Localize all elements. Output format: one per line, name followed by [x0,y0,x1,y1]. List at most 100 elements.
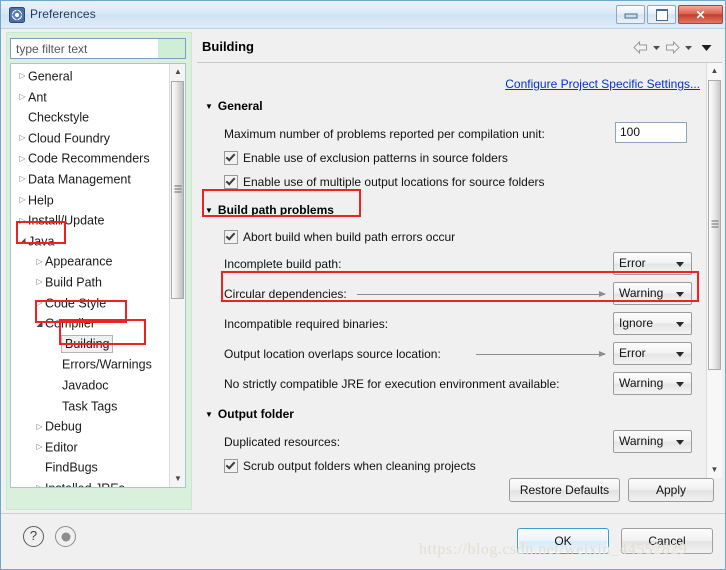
checkbox-abort-build[interactable] [224,230,238,244]
twisty-collapsed-icon[interactable]: ▷ [34,293,45,314]
combo-incomplete-build-path[interactable]: Error [613,252,692,275]
tree-item-install-update[interactable]: ▷ Install/Update [11,210,171,231]
back-arrow-icon[interactable] [633,40,648,55]
combo-value-duplicated-resources: Warning [619,434,664,448]
scroll-grip-icon [711,220,718,230]
tree-item-findbugs[interactable]: FindBugs [11,457,171,478]
tree-item-javadoc[interactable]: Javadoc [11,375,171,396]
close-button[interactable]: ✕ [678,5,723,24]
section-header-general[interactable]: ▼ General [205,99,263,113]
tree-item-checkstyle[interactable]: Checkstyle [11,107,171,128]
tree-item-help[interactable]: ▷ Help [11,190,171,211]
help-icon[interactable]: ? [23,526,44,547]
minimize-icon [624,13,637,19]
tree-scroll-down-icon[interactable]: ▼ [170,471,185,487]
view-menu-chevron-down-icon[interactable] [700,42,713,53]
checkbox-scrub-output-folders[interactable] [224,459,238,473]
apply-button[interactable]: Apply [628,478,714,502]
twisty-collapsed-icon[interactable]: ▷ [17,128,28,149]
combo-value-incompatible-required-binaries: Ignore [619,316,654,330]
twisty-collapsed-icon[interactable]: ▷ [34,417,45,438]
twisty-collapsed-icon[interactable]: ▷ [34,478,45,487]
tree-item-general[interactable]: ▷ General [11,66,171,87]
page-title: Building [202,39,254,54]
row-label-output-location-overlaps: Output location overlaps source location… [224,347,441,361]
tree-vertical-scrollbar[interactable]: ▲ ▼ [169,64,185,487]
tree-item-data-management[interactable]: ▷ Data Management [11,169,171,190]
twisty-collapsed-icon[interactable]: ▷ [17,169,28,190]
close-icon: ✕ [695,7,706,22]
tree-item-cloud-foundry[interactable]: ▷ Cloud Foundry [11,128,171,149]
twisty-expanded-icon[interactable]: ◢ [34,314,45,335]
forward-history-chevron-down-icon[interactable] [683,42,694,53]
tree-item-building[interactable]: Building [11,334,171,355]
tree-scroll-thumb[interactable] [171,81,184,299]
forward-arrow-icon[interactable] [665,40,680,55]
tree-item-task-tags[interactable]: Task Tags [11,396,171,417]
twisty-collapsed-icon[interactable]: ▷ [17,87,28,108]
tree-item-compiler[interactable]: ◢ Compiler [11,313,171,334]
checkbox-exclusion-patterns[interactable] [224,151,238,165]
tree-item-debug[interactable]: ▷ Debug [11,416,171,437]
tree-item-label: Javadoc [62,378,109,393]
section-header-build-path-problems[interactable]: ▼ Build path problems [205,203,334,217]
combo-value-output-location-overlaps: Error [619,346,646,360]
minimize-button[interactable] [616,5,645,24]
tree-item-errors-warnings[interactable]: Errors/Warnings [11,354,171,375]
tree-item-code-recommenders[interactable]: ▷ Code Recommenders [11,148,171,169]
checkbox-row-exclusion-patterns[interactable]: Enable use of exclusion patterns in sour… [224,151,508,165]
restore-defaults-button[interactable]: Restore Defaults [509,478,620,502]
chevron-down-icon [676,322,684,327]
twisty-collapsed-icon[interactable]: ▷ [17,211,28,232]
configure-project-specific-settings-link[interactable]: Configure Project Specific Settings... [505,77,700,91]
tree-item-installed-jres[interactable]: ▷Installed JREs [11,478,171,487]
section-header-output-folder[interactable]: ▼ Output folder [205,407,294,421]
checkbox-row-scrub-output[interactable]: Scrub output folders when cleaning proje… [224,459,476,473]
combo-no-strictly-compatible-jre[interactable]: Warning [613,372,692,395]
twisty-collapsed-icon[interactable]: ▷ [34,272,45,293]
ok-button[interactable]: OK [517,528,609,554]
chevron-down-icon [676,292,684,297]
tree-item-label: Appearance [45,254,113,269]
section-title-build-path-problems: Build path problems [217,203,334,217]
tree-item-list: ▷ General ▷ Ant Checkstyle ▷ Cloud Foundry ▷ Cod… [11,66,171,487]
checkbox-multiple-output-locations[interactable] [224,175,238,189]
combo-duplicated-resources[interactable]: Warning [613,430,692,453]
cancel-button[interactable]: Cancel [621,528,713,554]
tree-item-build-path[interactable]: ▷ Build Path [11,272,171,293]
content-vertical-scrollbar[interactable]: ▲ ▼ [706,63,722,478]
twisty-collapsed-icon[interactable]: ▷ [17,149,28,170]
twisty-collapsed-icon[interactable]: ▷ [34,437,45,458]
twisty-collapsed-icon[interactable]: ▷ [34,252,45,273]
twisty-collapsed-icon[interactable]: ▷ [17,66,28,87]
tree-item-ant[interactable]: ▷ Ant [11,87,171,108]
tree-scroll-up-icon[interactable]: ▲ [170,64,185,80]
tree-item-editor[interactable]: ▷ Editor [11,437,171,458]
row-label-duplicated-resources: Duplicated resources: [224,435,341,449]
tree-item-label: Editor [45,440,78,455]
combo-incompatible-required-binaries[interactable]: Ignore [613,312,692,335]
content-scroll-down-icon[interactable]: ▼ [707,462,722,478]
collapse-triangle-icon: ▼ [205,410,213,420]
tree-item-java[interactable]: ◢ Java [11,231,171,252]
twisty-collapsed-icon[interactable]: ▷ [17,190,28,211]
row-label-circular-dependencies: Circular dependencies: [224,287,347,301]
filter-text-box[interactable]: type filter text [10,38,186,59]
tree-item-code-style[interactable]: ▷ Code Style [11,293,171,314]
tree-item-appearance[interactable]: ▷ Appearance [11,251,171,272]
row-label-incomplete-build-path: Incomplete build path: [224,257,342,271]
combo-output-location-overlaps[interactable]: Error [613,342,692,365]
preferences-tree[interactable]: ▷ General ▷ Ant Checkstyle ▷ Cloud Foundry ▷ Cod… [10,63,186,488]
record-circle-icon[interactable] [55,526,76,547]
checkbox-row-multiple-output[interactable]: Enable use of multiple output locations … [224,175,545,189]
content-scroll-up-icon[interactable]: ▲ [707,63,722,79]
max-problems-input[interactable]: 100 [615,122,687,143]
content-area: Building Configure Project Specific Sett… [197,32,722,510]
combo-circular-dependencies[interactable]: Warning [613,282,692,305]
back-history-chevron-down-icon[interactable] [651,42,662,53]
content-scroll-thumb[interactable] [708,80,721,370]
maximize-button[interactable] [647,5,676,24]
tree-item-label: Cloud Foundry [28,131,110,146]
checkbox-row-abort-build[interactable]: Abort build when build path errors occur [224,230,455,244]
twisty-expanded-icon[interactable]: ◢ [17,231,28,252]
